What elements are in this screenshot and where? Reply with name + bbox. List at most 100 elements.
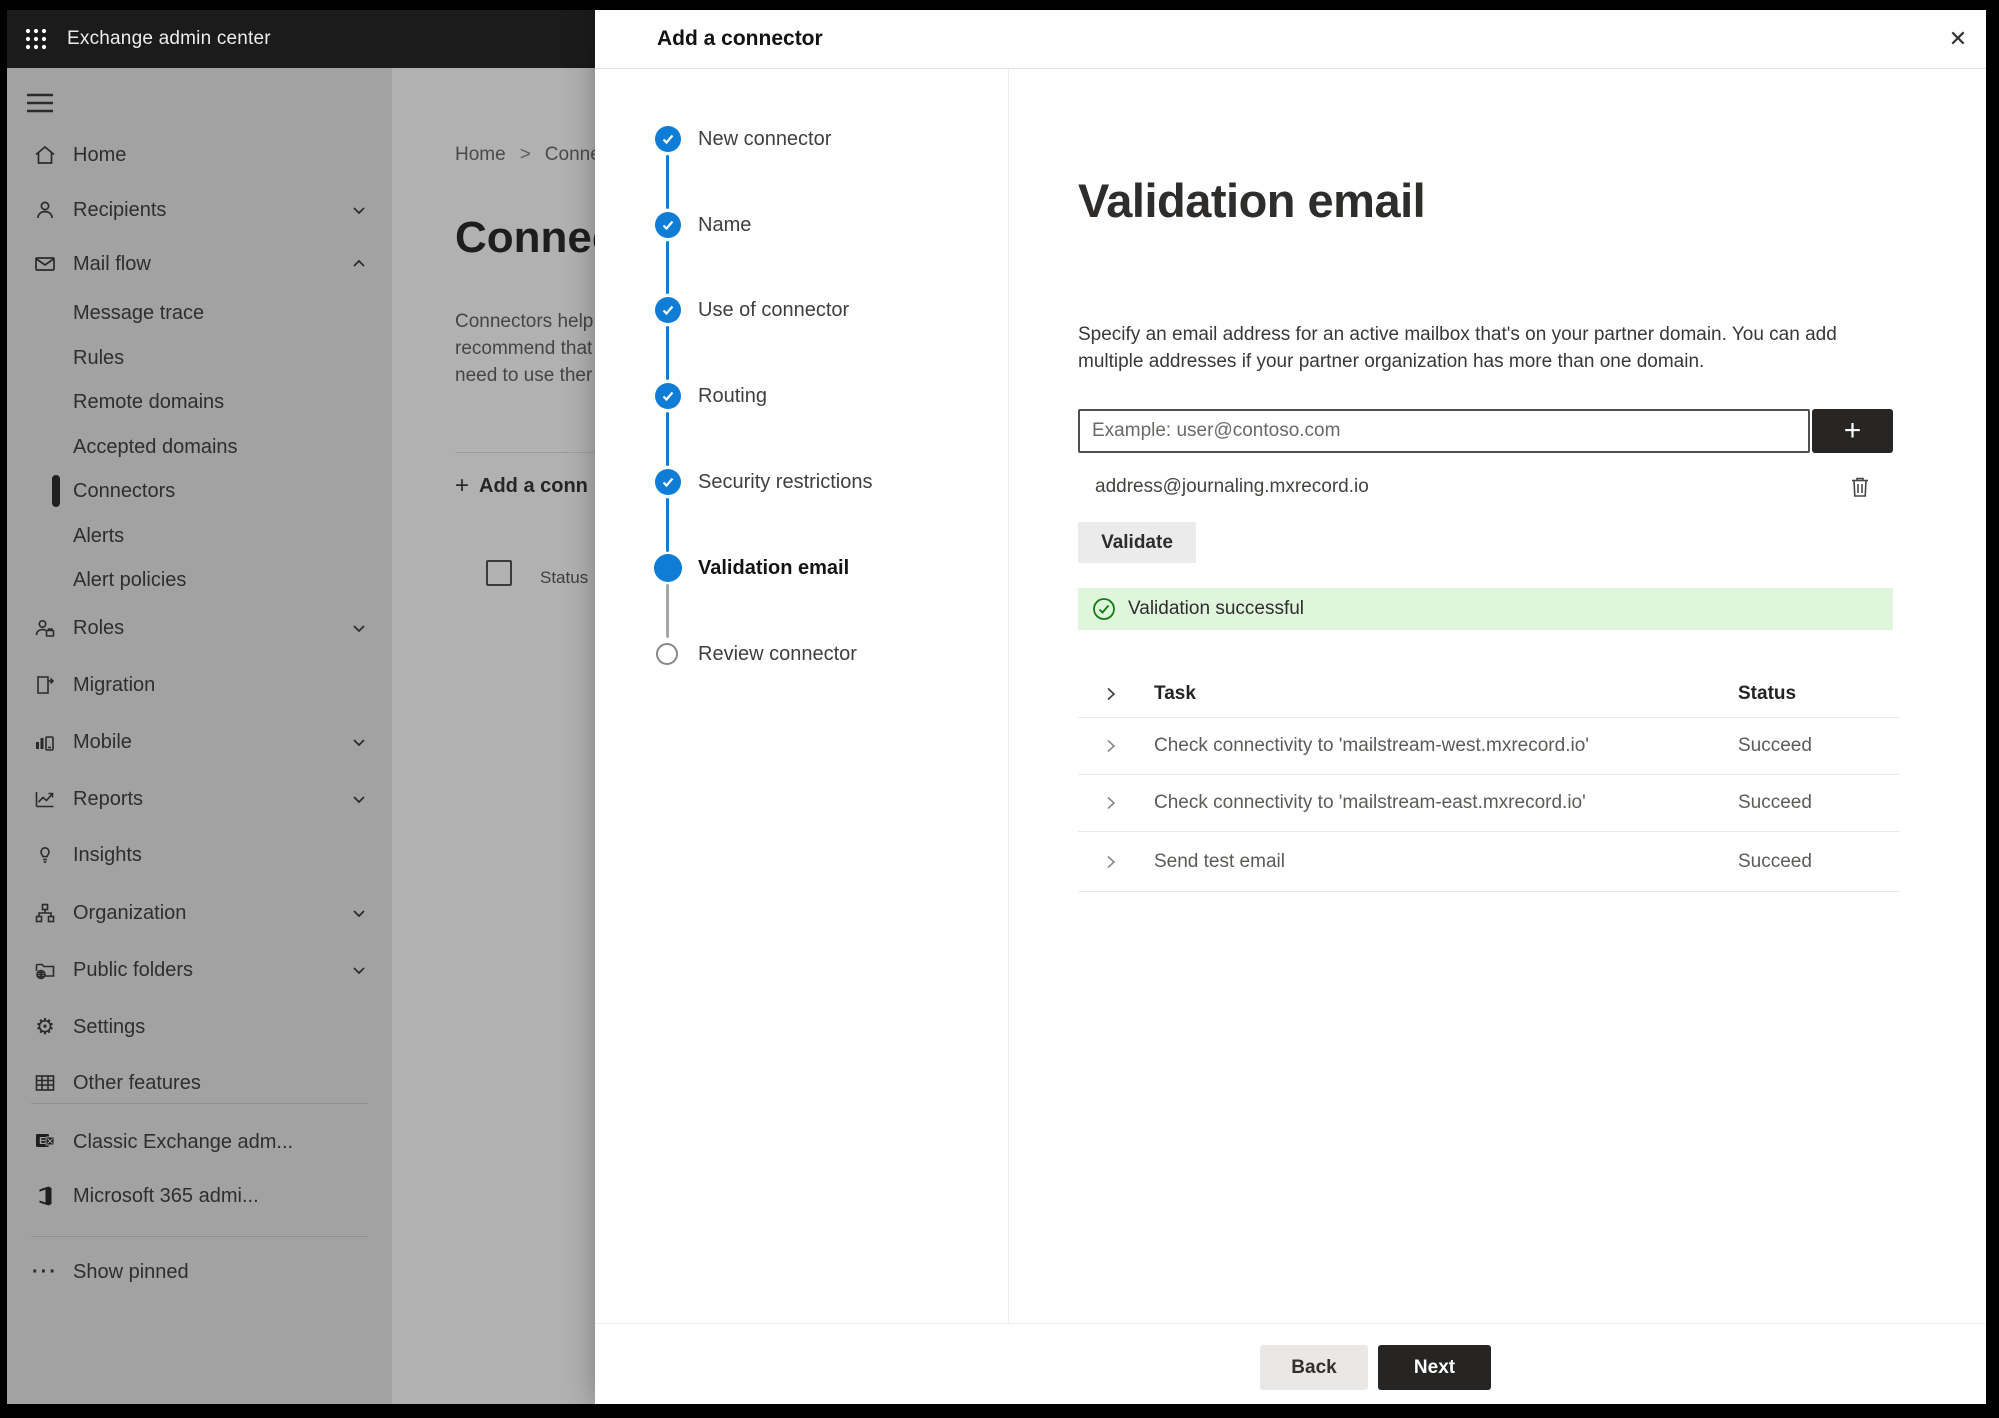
ellipsis-icon: ··· xyxy=(32,1260,58,1283)
screen: Exchange admin center Home Recipients Ma… xyxy=(7,10,1986,1404)
breadcrumb-current: Conne xyxy=(544,144,601,165)
table-row: Send test email Succeed xyxy=(1078,832,1900,892)
sidebar-divider xyxy=(31,1103,368,1104)
sidebar-item-settings[interactable]: ⚙ Settings xyxy=(7,1005,392,1049)
validation-results-table: Task Status Check connectivity to 'mails… xyxy=(1078,670,1900,892)
sidebar-item-other-features[interactable]: Other features xyxy=(7,1061,392,1105)
sidebar-item-recipients[interactable]: Recipients xyxy=(7,188,392,232)
sidebar-item-label: Connectors xyxy=(73,479,176,502)
sidebar-item-label: Public folders xyxy=(73,958,194,981)
sidebar-item-mail-flow[interactable]: Mail flow xyxy=(7,242,392,286)
chevron-right-icon xyxy=(1101,684,1121,704)
sidebar-item-rules[interactable]: Rules xyxy=(7,336,392,380)
sidebar-nav: Home Recipients Mail flow Message trace … xyxy=(7,68,392,1404)
trash-icon xyxy=(1852,477,1868,497)
email-address-input[interactable] xyxy=(1078,409,1810,453)
mail-icon xyxy=(33,252,57,276)
step-complete-icon xyxy=(655,126,681,152)
sidebar-item-label: Roles xyxy=(73,616,125,639)
org-chart-icon xyxy=(33,901,57,925)
reports-icon xyxy=(33,787,57,811)
expand-row-chevron-icon[interactable] xyxy=(1101,793,1121,813)
chevron-up-icon xyxy=(350,255,368,273)
plus-icon: + xyxy=(1843,414,1862,447)
step-complete-icon xyxy=(655,469,681,495)
sidebar-item-microsoft-365-admin[interactable]: Microsoft 365 admi... xyxy=(7,1174,392,1218)
breadcrumb-home-link[interactable]: Home xyxy=(455,144,506,166)
sidebar-item-label: Mobile xyxy=(73,730,132,753)
sidebar-item-show-pinned[interactable]: ··· Show pinned xyxy=(7,1250,392,1294)
sidebar-item-label: Remote domains xyxy=(73,390,225,413)
sidebar-item-reports[interactable]: Reports xyxy=(7,777,392,821)
status-cell: Succeed xyxy=(1738,735,1812,756)
chevron-down-icon xyxy=(350,961,368,979)
add-address-button[interactable]: + xyxy=(1812,409,1893,453)
expand-row-chevron-icon[interactable] xyxy=(1101,736,1121,756)
sidebar-item-migration[interactable]: Migration xyxy=(7,663,392,707)
step-label-routing: Routing xyxy=(698,385,767,407)
added-address: address@journaling.mxrecord.io xyxy=(1095,476,1369,497)
sidebar-item-mobile[interactable]: Mobile xyxy=(7,720,392,764)
sidebar-item-insights[interactable]: Insights xyxy=(7,833,392,877)
sidebar-item-alert-policies[interactable]: Alert policies xyxy=(7,558,392,602)
hamburger-icon[interactable] xyxy=(26,92,54,114)
mobile-icon xyxy=(33,730,57,754)
sidebar-item-public-folders[interactable]: Public folders xyxy=(7,948,392,992)
status-column-header: Status xyxy=(540,568,589,587)
validate-button[interactable]: Validate xyxy=(1078,522,1196,563)
sidebar-item-organization[interactable]: Organization xyxy=(7,891,392,935)
step-label-use-of-connector: Use of connector xyxy=(698,299,850,321)
sidebar-item-roles[interactable]: Roles xyxy=(7,606,392,650)
delete-address-button[interactable] xyxy=(1843,470,1877,504)
step-connector-line xyxy=(666,498,669,552)
exchange-logo-icon: E xyxy=(33,1130,57,1154)
sidebar-item-classic-exchange-admin[interactable]: E Classic Exchange adm... xyxy=(7,1120,392,1164)
svg-text:E: E xyxy=(39,1136,46,1147)
banner-text: Validation successful xyxy=(1128,598,1305,619)
sidebar-item-label: Mail flow xyxy=(73,252,151,275)
step-connector-line xyxy=(666,241,669,294)
intro-line: recommend that xyxy=(455,338,593,359)
sidebar-item-label: Reports xyxy=(73,787,144,810)
step-description: Specify an email address for an active m… xyxy=(1078,321,1986,375)
sidebar-item-label: Alert policies xyxy=(73,568,187,591)
task-cell: Check connectivity to 'mailstream-west.m… xyxy=(1154,735,1589,756)
plus-icon: + xyxy=(455,472,470,499)
sidebar-item-label: Message trace xyxy=(73,301,205,324)
sidebar-item-label: Settings xyxy=(73,1015,146,1038)
sidebar-item-label: Recipients xyxy=(73,198,167,221)
expand-row-chevron-icon[interactable] xyxy=(1101,852,1121,872)
step-label-name: Name xyxy=(698,214,752,236)
status-column-header: Status xyxy=(1738,682,1797,704)
table-grid-icon xyxy=(33,1071,57,1095)
step-connector-line xyxy=(666,412,669,466)
waffle-grid-icon xyxy=(25,28,47,50)
select-all-checkbox[interactable] xyxy=(486,560,512,586)
sidebar-item-home[interactable]: Home xyxy=(7,133,392,177)
close-icon[interactable]: ✕ xyxy=(1941,22,1975,56)
add-connector-label: Add a conn xyxy=(479,474,588,497)
sidebar-item-accepted-domains[interactable]: Accepted domains xyxy=(7,425,392,469)
app-launcher-icon[interactable] xyxy=(23,26,49,52)
add-connector-button[interactable]: + Add a conn xyxy=(455,471,588,501)
sidebar-item-label: Home xyxy=(73,143,127,166)
back-button[interactable]: Back xyxy=(1260,1345,1368,1390)
chevron-down-icon xyxy=(350,790,368,808)
sidebar-item-remote-domains[interactable]: Remote domains xyxy=(7,380,392,424)
intro-line: Connectors help xyxy=(455,311,594,332)
status-cell: Succeed xyxy=(1738,792,1812,813)
table-row: Check connectivity to 'mailstream-west.m… xyxy=(1078,718,1900,775)
sidebar-item-label: Organization xyxy=(73,901,187,924)
panel-header-divider xyxy=(595,68,1986,69)
task-column-header: Task xyxy=(1154,682,1196,704)
step-active-icon xyxy=(654,554,682,582)
sidebar-item-label: Insights xyxy=(73,843,142,866)
next-button[interactable]: Next xyxy=(1378,1345,1491,1390)
selected-indicator xyxy=(52,475,60,507)
sidebar-item-alerts[interactable]: Alerts xyxy=(7,514,392,558)
sidebar-item-label: Migration xyxy=(73,673,156,696)
sidebar-item-message-trace[interactable]: Message trace xyxy=(7,291,392,335)
sidebar-item-connectors[interactable]: Connectors xyxy=(7,469,392,513)
folder-globe-icon xyxy=(33,958,57,982)
success-check-icon xyxy=(1093,598,1115,620)
